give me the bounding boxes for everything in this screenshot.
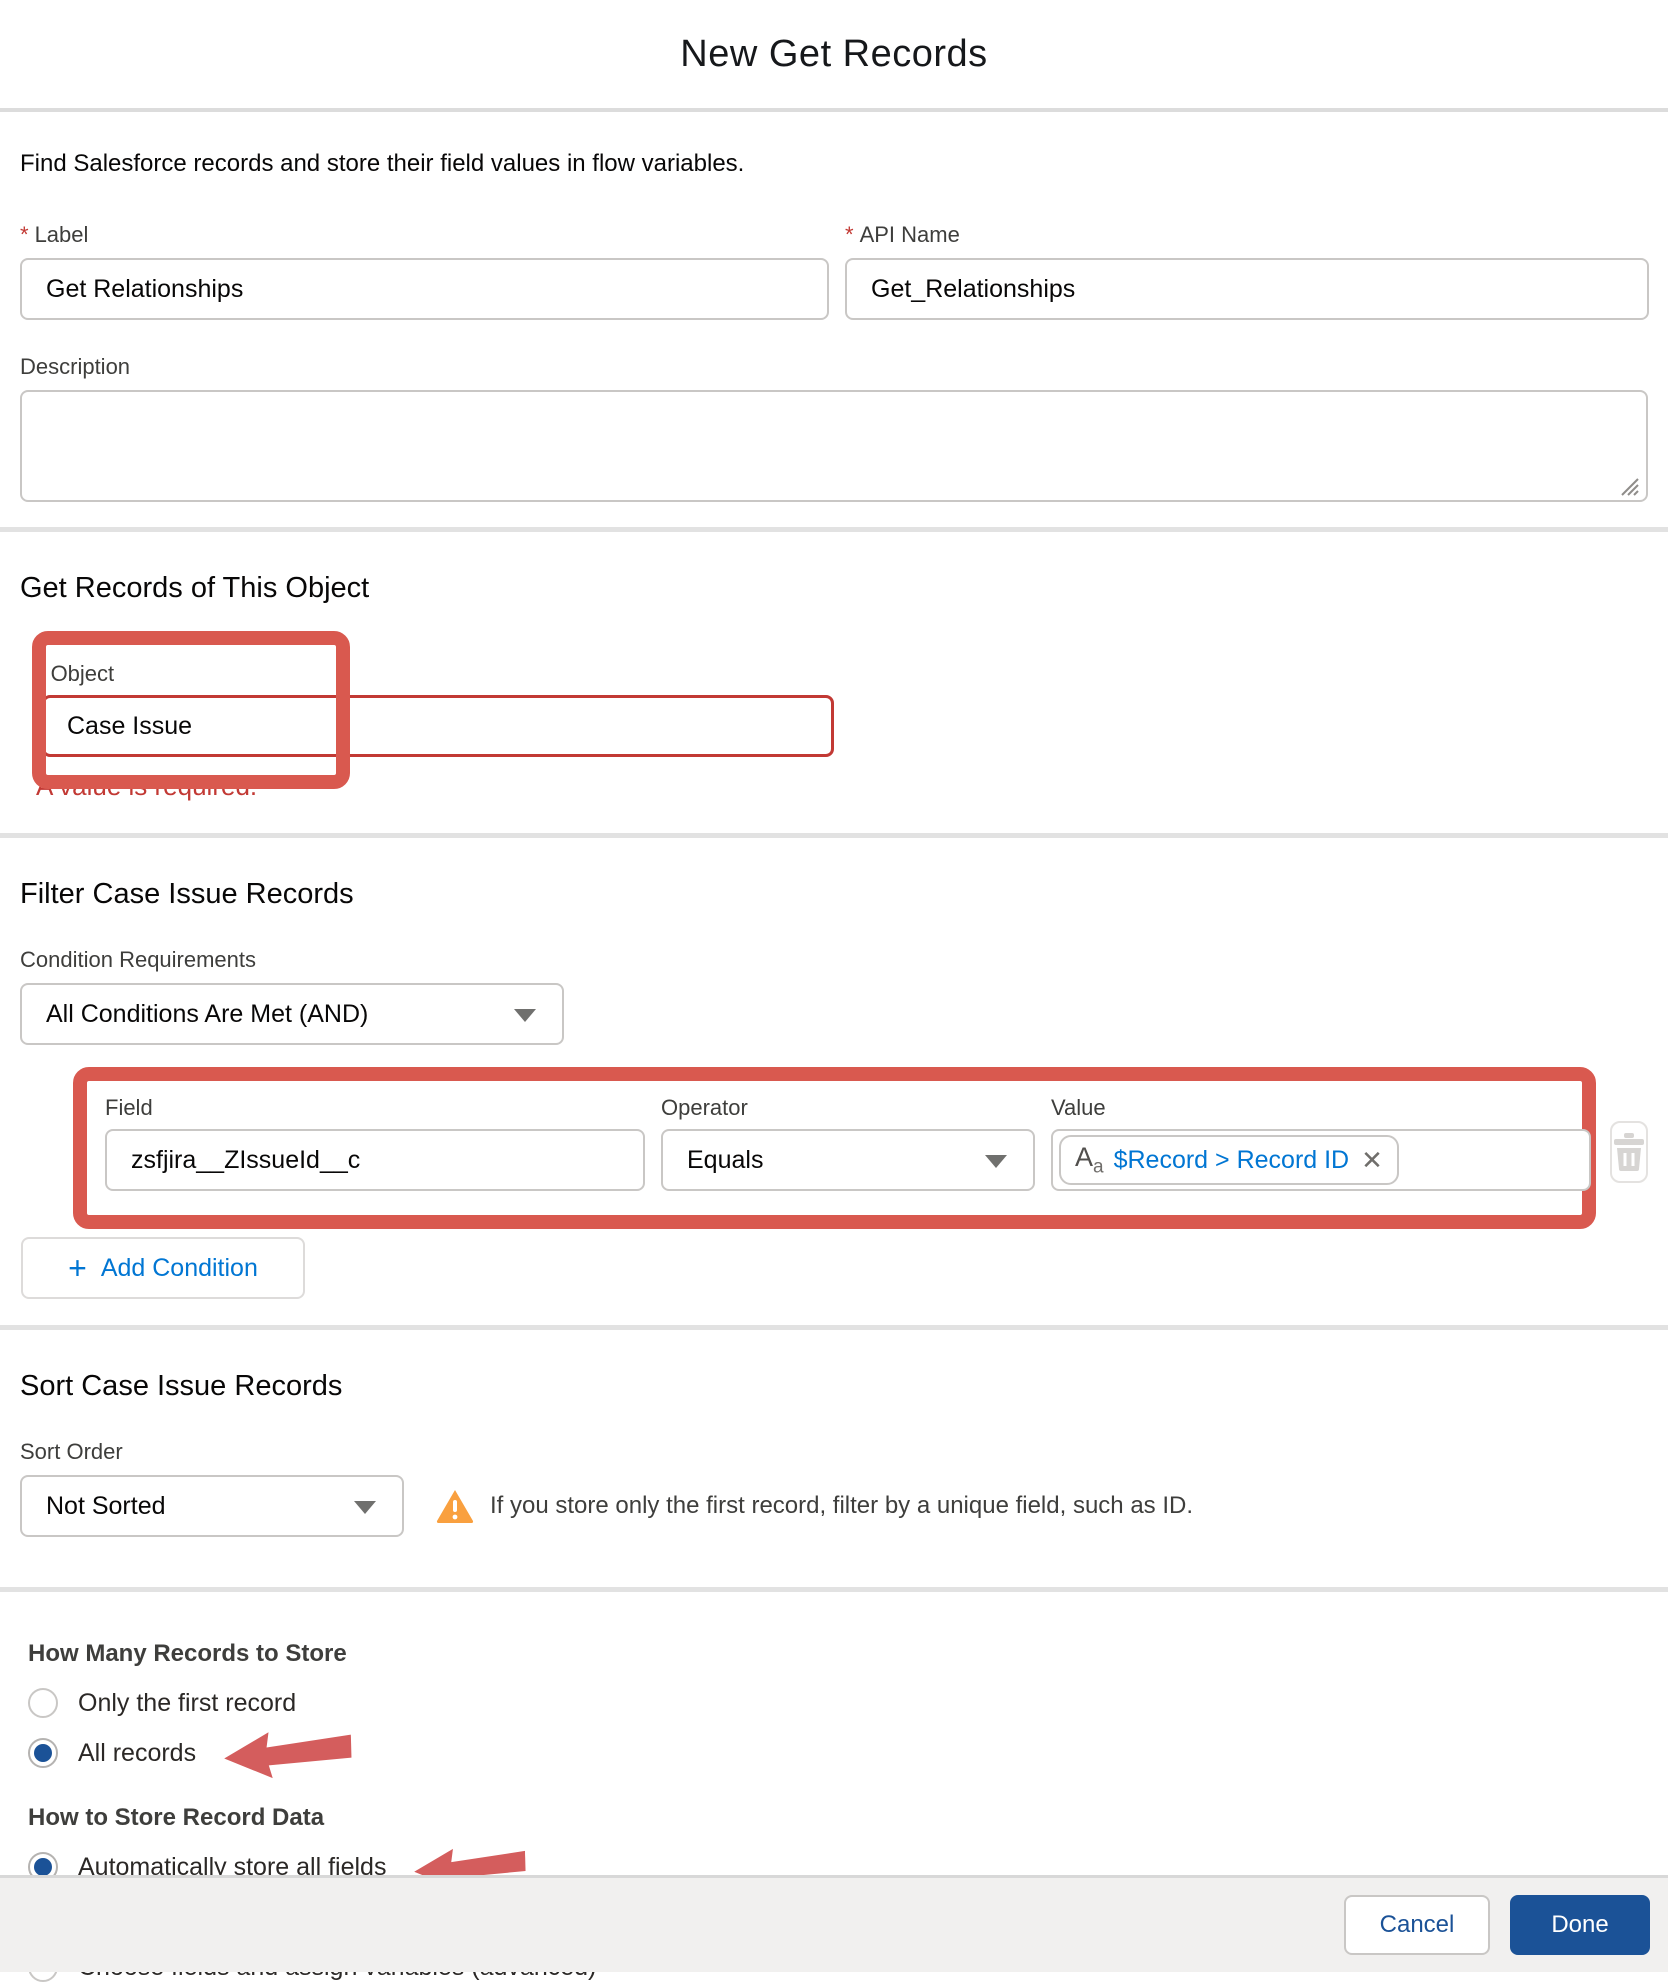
- section-divider: [0, 1587, 1668, 1592]
- radio-unselected-icon[interactable]: [28, 1688, 58, 1718]
- object-error-text: A value is required.: [36, 771, 257, 802]
- modal-header: New Get Records: [0, 0, 1668, 112]
- label-field-label: *Label: [20, 222, 829, 248]
- operator-group: Operator Equals: [661, 1095, 1035, 1191]
- page-title: New Get Records: [680, 33, 987, 76]
- api-name-field-label: *API Name: [845, 222, 1649, 248]
- how-store-heading: How to Store Record Data: [28, 1804, 1648, 1832]
- close-icon[interactable]: ✕: [1361, 1145, 1383, 1176]
- sort-warning-text: If you store only the first record, filt…: [490, 1492, 1193, 1520]
- section-divider: [0, 833, 1668, 838]
- filter-condition-row: Field Operator Equals Value Aa $Record >…: [20, 1067, 1648, 1229]
- label-input[interactable]: [20, 258, 829, 320]
- value-group: Value Aa $Record > Record ID ✕: [1051, 1095, 1591, 1191]
- warning-icon: [436, 1489, 474, 1523]
- cancel-button[interactable]: Cancel: [1344, 1895, 1490, 1955]
- condition-requirements-select[interactable]: All Conditions Are Met (AND): [20, 983, 564, 1045]
- trash-icon: [1612, 1133, 1646, 1171]
- object-section: *Object Case Issue A value is required.: [20, 605, 1648, 833]
- chevron-down-icon: [985, 1155, 1007, 1168]
- condition-requirements-label: Condition Requirements: [20, 947, 1648, 973]
- sort-warning: If you store only the first record, filt…: [436, 1489, 1193, 1523]
- add-condition-button[interactable]: + Add Condition: [21, 1237, 305, 1299]
- object-field-label: *Object: [36, 661, 114, 687]
- how-many-records-heading: How Many Records to Store: [28, 1640, 1648, 1668]
- chevron-down-icon: [514, 1009, 536, 1022]
- done-button[interactable]: Done: [1510, 1895, 1650, 1955]
- chevron-down-icon: [354, 1501, 376, 1514]
- label-field-group: *Label: [20, 222, 829, 320]
- field-input[interactable]: [105, 1129, 645, 1191]
- value-pill[interactable]: Aa $Record > Record ID ✕: [1059, 1135, 1399, 1185]
- field-label: Field: [105, 1095, 645, 1121]
- text-type-icon: Aa: [1075, 1142, 1104, 1178]
- operator-label: Operator: [661, 1095, 1035, 1121]
- api-name-input[interactable]: [845, 258, 1649, 320]
- radio-row-only-first-record[interactable]: Only the first record: [28, 1686, 1648, 1720]
- required-asterisk: *: [20, 222, 29, 247]
- intro-text: Find Salesforce records and store their …: [20, 150, 1648, 178]
- sort-order-select[interactable]: Not Sorted: [20, 1475, 404, 1537]
- required-asterisk: *: [845, 222, 854, 247]
- modal-footer: Cancel Done: [0, 1875, 1668, 1972]
- how-many-records-section: How Many Records to Store Only the first…: [28, 1640, 1648, 1770]
- field-group: Field: [105, 1095, 645, 1191]
- required-asterisk: *: [36, 661, 45, 686]
- radio-selected-icon[interactable]: [28, 1738, 58, 1768]
- description-textarea[interactable]: [20, 390, 1648, 502]
- value-input[interactable]: Aa $Record > Record ID ✕: [1051, 1129, 1591, 1191]
- section-divider: [0, 1325, 1668, 1330]
- sort-section-heading: Sort Case Issue Records: [20, 1370, 1648, 1403]
- object-section-heading: Get Records of This Object: [20, 572, 1648, 605]
- value-label: Value: [1051, 1095, 1591, 1121]
- annotation-arrow-icon: [223, 1724, 354, 1783]
- description-label: Description: [20, 354, 1648, 380]
- plus-icon: +: [68, 1253, 87, 1283]
- delete-condition-button[interactable]: [1610, 1121, 1648, 1183]
- object-input[interactable]: Case Issue: [42, 695, 834, 757]
- radio-row-all-records[interactable]: All records: [28, 1736, 1648, 1770]
- section-divider: [0, 527, 1668, 532]
- operator-select[interactable]: Equals: [661, 1129, 1035, 1191]
- value-pill-text: $Record > Record ID: [1114, 1146, 1350, 1175]
- annotation-box-condition: Field Operator Equals Value Aa $Record >…: [73, 1067, 1596, 1229]
- filter-section-heading: Filter Case Issue Records: [20, 878, 1648, 911]
- api-name-field-group: *API Name: [845, 222, 1649, 320]
- sort-order-label: Sort Order: [20, 1439, 1648, 1465]
